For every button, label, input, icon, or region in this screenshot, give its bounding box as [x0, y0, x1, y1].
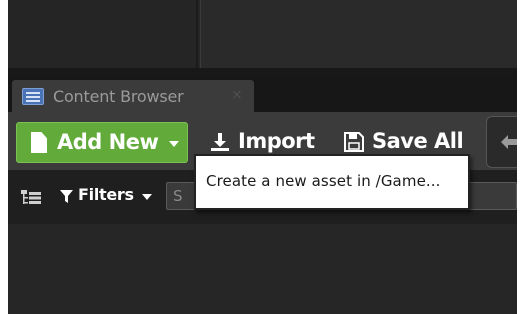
asset-view-area[interactable]: [8, 224, 517, 314]
add-new-button[interactable]: Add New: [16, 122, 188, 163]
floppy-disk-icon: [344, 132, 364, 152]
tab-label: Content Browser: [53, 87, 184, 106]
chevron-down-icon: [169, 141, 179, 147]
back-arrow-icon: [501, 135, 517, 149]
back-button[interactable]: [486, 116, 517, 168]
unreal-editor-window: Content Browser × Add New Import Save Al…: [8, 0, 517, 314]
panel-divider: [8, 68, 517, 76]
funnel-icon: [60, 190, 73, 203]
viewport-panel-right[interactable]: [200, 0, 517, 68]
tooltip-text: Create a new asset in /Game...: [206, 172, 441, 190]
tab-strip: Content Browser ×: [8, 76, 517, 112]
screenshot-frame: Content Browser × Add New Import Save Al…: [0, 0, 525, 314]
add-new-tooltip: Create a new asset in /Game...: [194, 154, 470, 210]
tab-content-browser[interactable]: Content Browser ×: [12, 80, 254, 112]
save-all-label: Save All: [372, 129, 464, 153]
viewport-panel-left[interactable]: [8, 0, 198, 68]
filters-label: Filters: [78, 185, 134, 204]
folder-tree-icon[interactable]: [21, 190, 41, 206]
import-label: Import: [238, 129, 315, 153]
chevron-down-icon: [142, 194, 152, 200]
import-download-icon: [211, 133, 229, 151]
new-document-icon: [31, 132, 47, 153]
close-icon[interactable]: ×: [231, 87, 243, 103]
add-new-label: Add New: [57, 130, 159, 154]
content-browser-icon: [22, 88, 44, 105]
